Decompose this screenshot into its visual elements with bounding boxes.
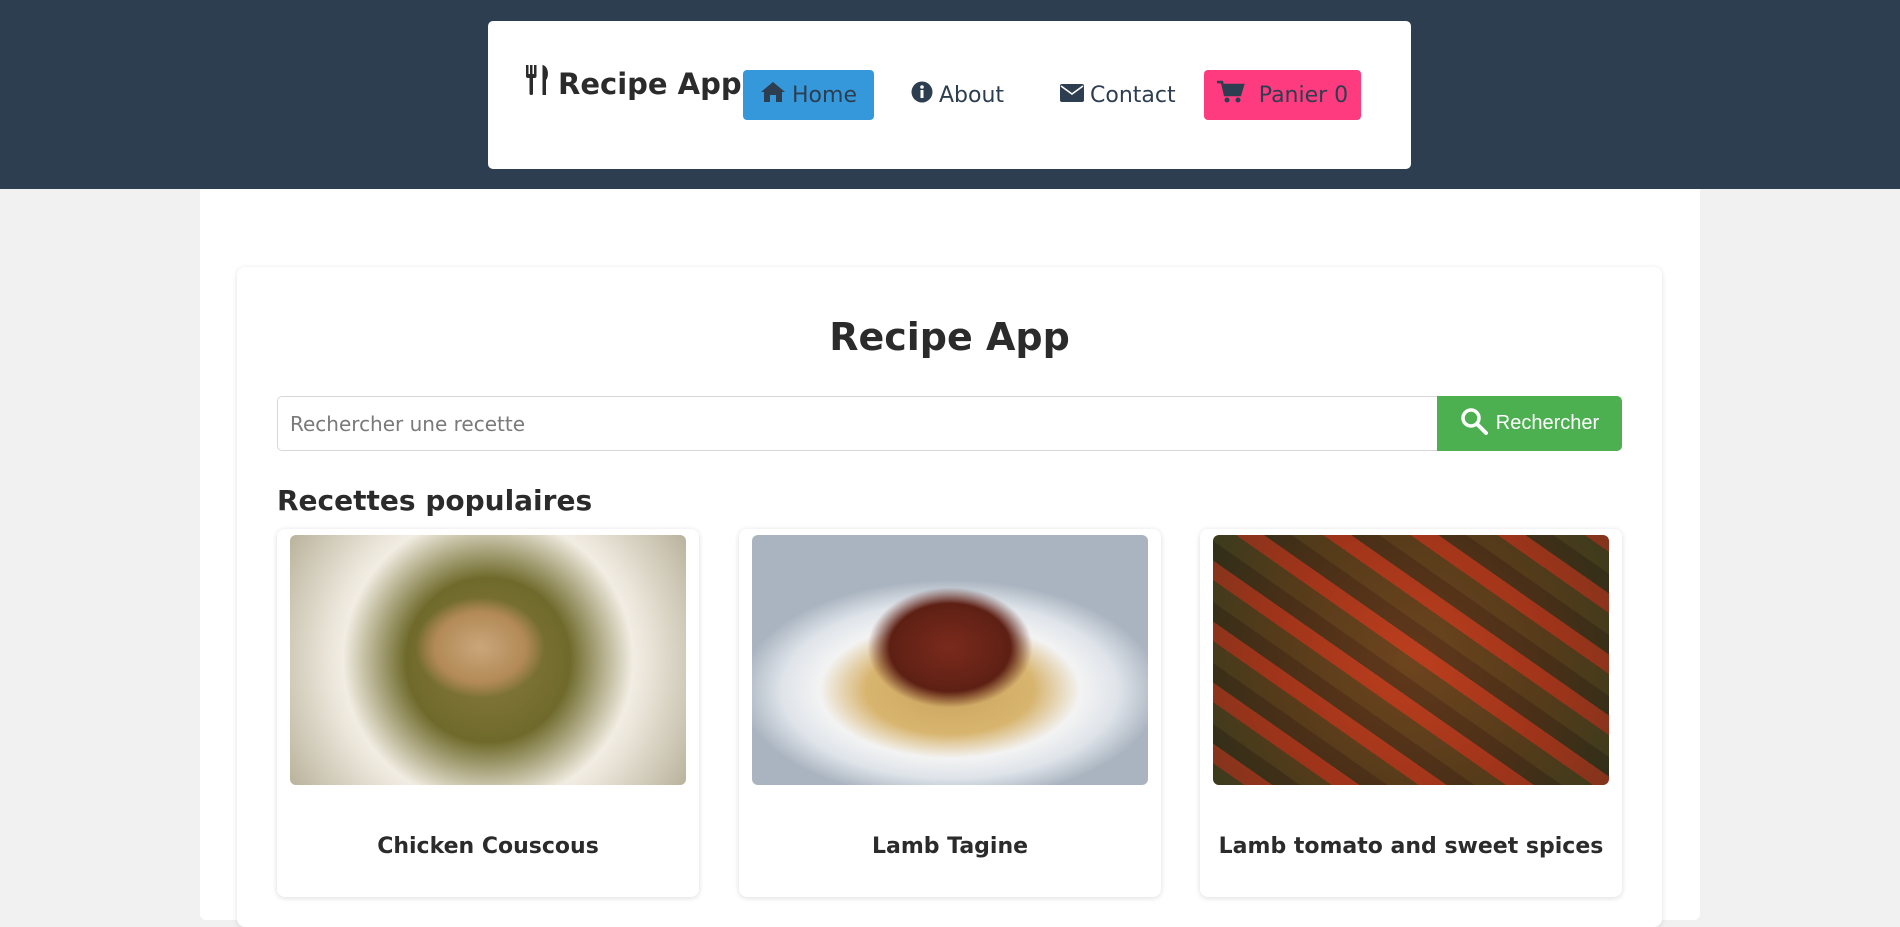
search-button-label: Rechercher bbox=[1495, 412, 1600, 434]
recipe-image[interactable] bbox=[1213, 535, 1609, 785]
page-container: Recipe App Rechercher Recettes populaire… bbox=[200, 189, 1700, 927]
main-card: Recipe App Rechercher Recettes populaire… bbox=[237, 267, 1662, 927]
search-button[interactable]: Rechercher bbox=[1437, 396, 1622, 451]
header-bar: Recipe App Home About Contact Panier 0 bbox=[0, 0, 1900, 189]
section-title: Recettes populaires bbox=[277, 484, 593, 517]
brand-logo[interactable]: Recipe App bbox=[524, 65, 742, 102]
nav-contact-label: Contact bbox=[1090, 82, 1176, 108]
recipe-name: Lamb Tagine bbox=[871, 834, 1029, 859]
recipe-name: Lamb tomato and sweet spices bbox=[1218, 834, 1604, 859]
info-circle-icon bbox=[911, 81, 939, 109]
brand-label: Recipe App bbox=[558, 66, 742, 101]
search-input[interactable] bbox=[277, 396, 1439, 451]
recipe-card[interactable]: Lamb Tagine bbox=[739, 529, 1161, 897]
nav-about-label: About bbox=[939, 82, 1005, 108]
recipe-image[interactable] bbox=[752, 535, 1148, 785]
nav-home-button[interactable]: Home bbox=[743, 70, 874, 120]
utensils-icon bbox=[524, 65, 558, 102]
nav-about-link[interactable]: About bbox=[911, 70, 1004, 120]
search-icon bbox=[1460, 407, 1496, 441]
cart-button[interactable]: Panier 0 bbox=[1204, 70, 1361, 120]
recipe-card[interactable]: Chicken Couscous bbox=[277, 529, 699, 897]
recipe-card[interactable]: Lamb tomato and sweet spices bbox=[1200, 529, 1622, 897]
home-icon bbox=[760, 81, 792, 109]
recipe-image[interactable] bbox=[290, 535, 686, 785]
page-title: Recipe App bbox=[829, 315, 1070, 359]
nav-contact-link[interactable]: Contact bbox=[1060, 70, 1176, 120]
shopping-cart-icon bbox=[1216, 80, 1251, 110]
envelope-icon bbox=[1060, 83, 1090, 108]
nav-home-label: Home bbox=[792, 82, 857, 108]
navbar: Recipe App Home About Contact Panier 0 bbox=[488, 21, 1411, 169]
recipe-name: Chicken Couscous bbox=[377, 834, 599, 859]
cart-label: Panier 0 bbox=[1258, 82, 1349, 108]
